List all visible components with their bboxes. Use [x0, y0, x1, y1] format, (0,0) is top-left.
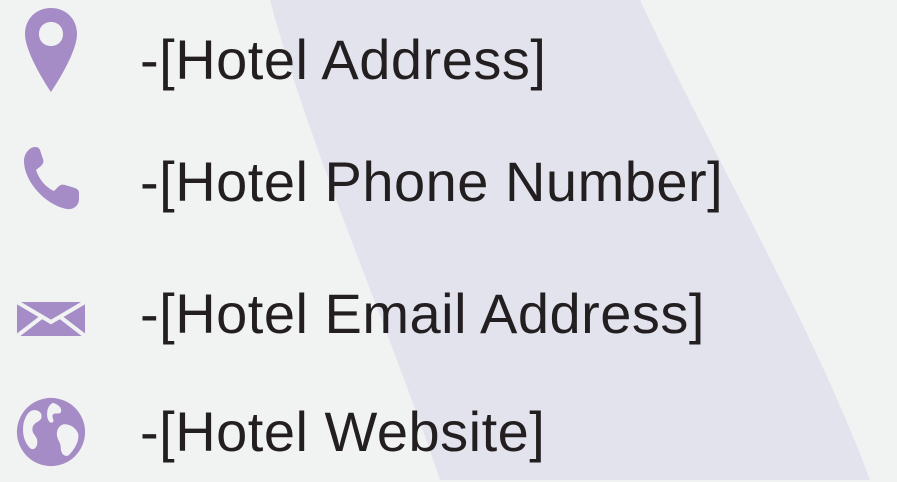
- contact-row-website: -[Hotel Website]: [0, 382, 897, 482]
- contact-phone-text: -[Hotel Phone Number]: [140, 150, 724, 213]
- contact-address-text: -[Hotel Address]: [140, 28, 547, 91]
- contact-list: -[Hotel Address] -[Hotel Phone Number] -…: [0, 0, 897, 480]
- contact-website-text: -[Hotel Website]: [140, 400, 546, 463]
- map-pin-icon: [14, 6, 88, 94]
- contact-row-address: -[Hotel Address]: [0, 6, 897, 106]
- phone-icon: [14, 134, 88, 222]
- contact-row-email: -[Hotel Email Address]: [0, 262, 897, 362]
- contact-row-phone: -[Hotel Phone Number]: [0, 134, 897, 234]
- envelope-icon: [14, 266, 88, 354]
- globe-icon: [14, 388, 88, 476]
- contact-email-text: -[Hotel Email Address]: [140, 282, 705, 345]
